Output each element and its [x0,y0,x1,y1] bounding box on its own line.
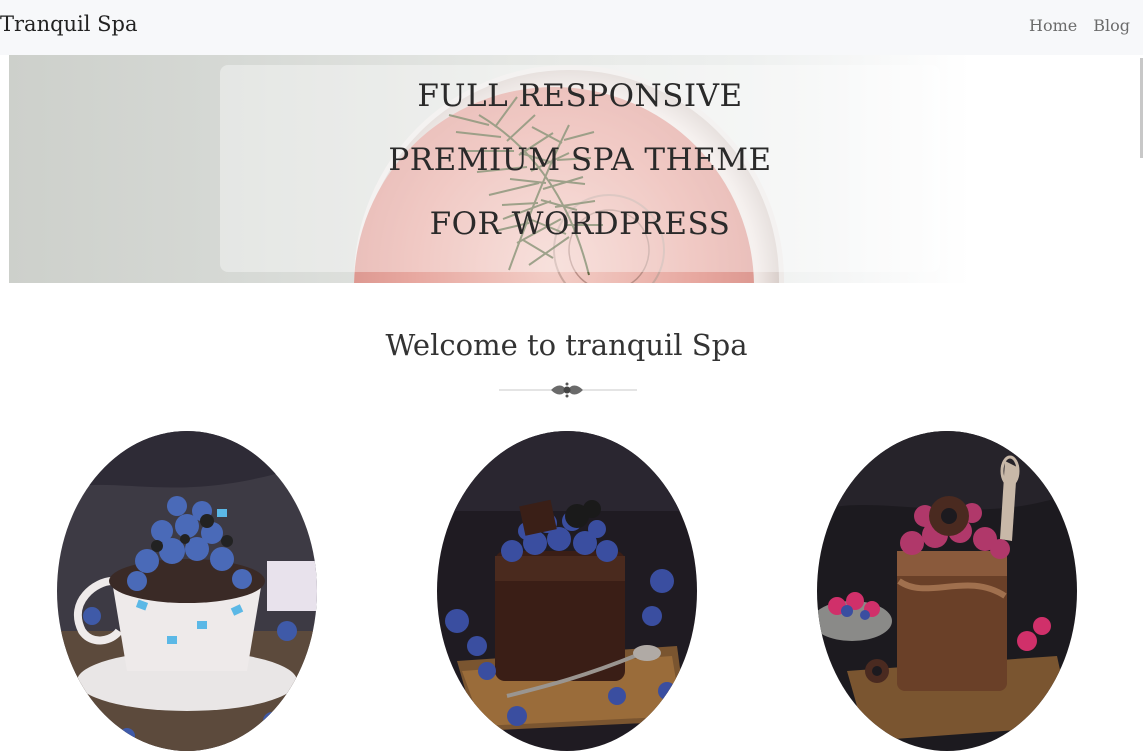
ornament-divider-icon [499,382,637,398]
blueberry-cup-cake-icon [57,431,317,751]
hero-title-line-3: FOR WORDPRESS [429,206,731,242]
chocolate-blueberry-pudding-icon [437,431,697,751]
gallery-image-blueberry-cupcake[interactable] [57,431,317,751]
nav-link-home[interactable]: Home [1029,16,1077,35]
welcome-heading: Welcome to tranquil Spa [385,328,748,362]
gallery-image-chocolate-pudding[interactable] [437,431,697,751]
hero-title-line-1: FULL RESPONSIVE [417,78,743,114]
top-navbar: Tranquil Spa Home Blog [0,0,1143,55]
raspberry-chocolate-parfait-icon [817,431,1077,751]
nav-link-blog[interactable]: Blog [1093,16,1130,35]
hero-banner: FULL RESPONSIVE PREMIUM SPA THEME FOR WO… [9,55,1140,283]
gallery-image-raspberry-parfait[interactable] [817,431,1077,751]
brand-logo-link[interactable]: Tranquil Spa [0,12,138,36]
hero-title-line-2: PREMIUM SPA THEME [388,142,772,178]
nav-links: Home Blog [1029,16,1130,35]
